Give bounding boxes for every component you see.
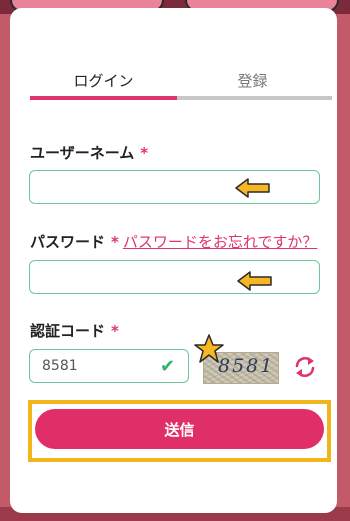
tab-register-indicator bbox=[177, 96, 332, 100]
refresh-icon[interactable] bbox=[292, 354, 318, 380]
required-mark: * bbox=[140, 144, 149, 162]
auth-tabs: ログイン 登録 bbox=[30, 66, 332, 102]
star-icon bbox=[194, 334, 224, 363]
arrow-left-icon bbox=[237, 271, 272, 291]
password-input[interactable] bbox=[29, 260, 320, 294]
tab-login-indicator bbox=[30, 96, 177, 100]
captcha-image-text: 8581 bbox=[218, 355, 275, 377]
arrow-left-icon bbox=[235, 178, 270, 198]
check-icon: ✔ bbox=[160, 356, 176, 377]
required-mark: * bbox=[111, 233, 119, 251]
required-mark: * bbox=[111, 322, 119, 340]
password-label: パスワード * パスワードをお忘れですか？ bbox=[30, 231, 317, 252]
captcha-label: 認証コード * bbox=[30, 320, 119, 341]
captcha-label-text: 認証コード bbox=[30, 322, 106, 340]
submit-highlight: 送信 bbox=[28, 400, 331, 462]
forgot-password-link[interactable]: パスワードをお忘れですか？ bbox=[123, 233, 318, 251]
username-input[interactable] bbox=[29, 170, 320, 204]
submit-button[interactable]: 送信 bbox=[35, 409, 324, 449]
login-modal: ログイン 登録 ユーザーネーム * パスワード * パスワードをお忘れですか？ 認証コ… bbox=[10, 8, 337, 513]
username-label-text: ユーザーネーム bbox=[30, 144, 135, 162]
password-label-text: パスワード bbox=[30, 233, 106, 251]
username-label: ユーザーネーム * bbox=[30, 142, 148, 163]
